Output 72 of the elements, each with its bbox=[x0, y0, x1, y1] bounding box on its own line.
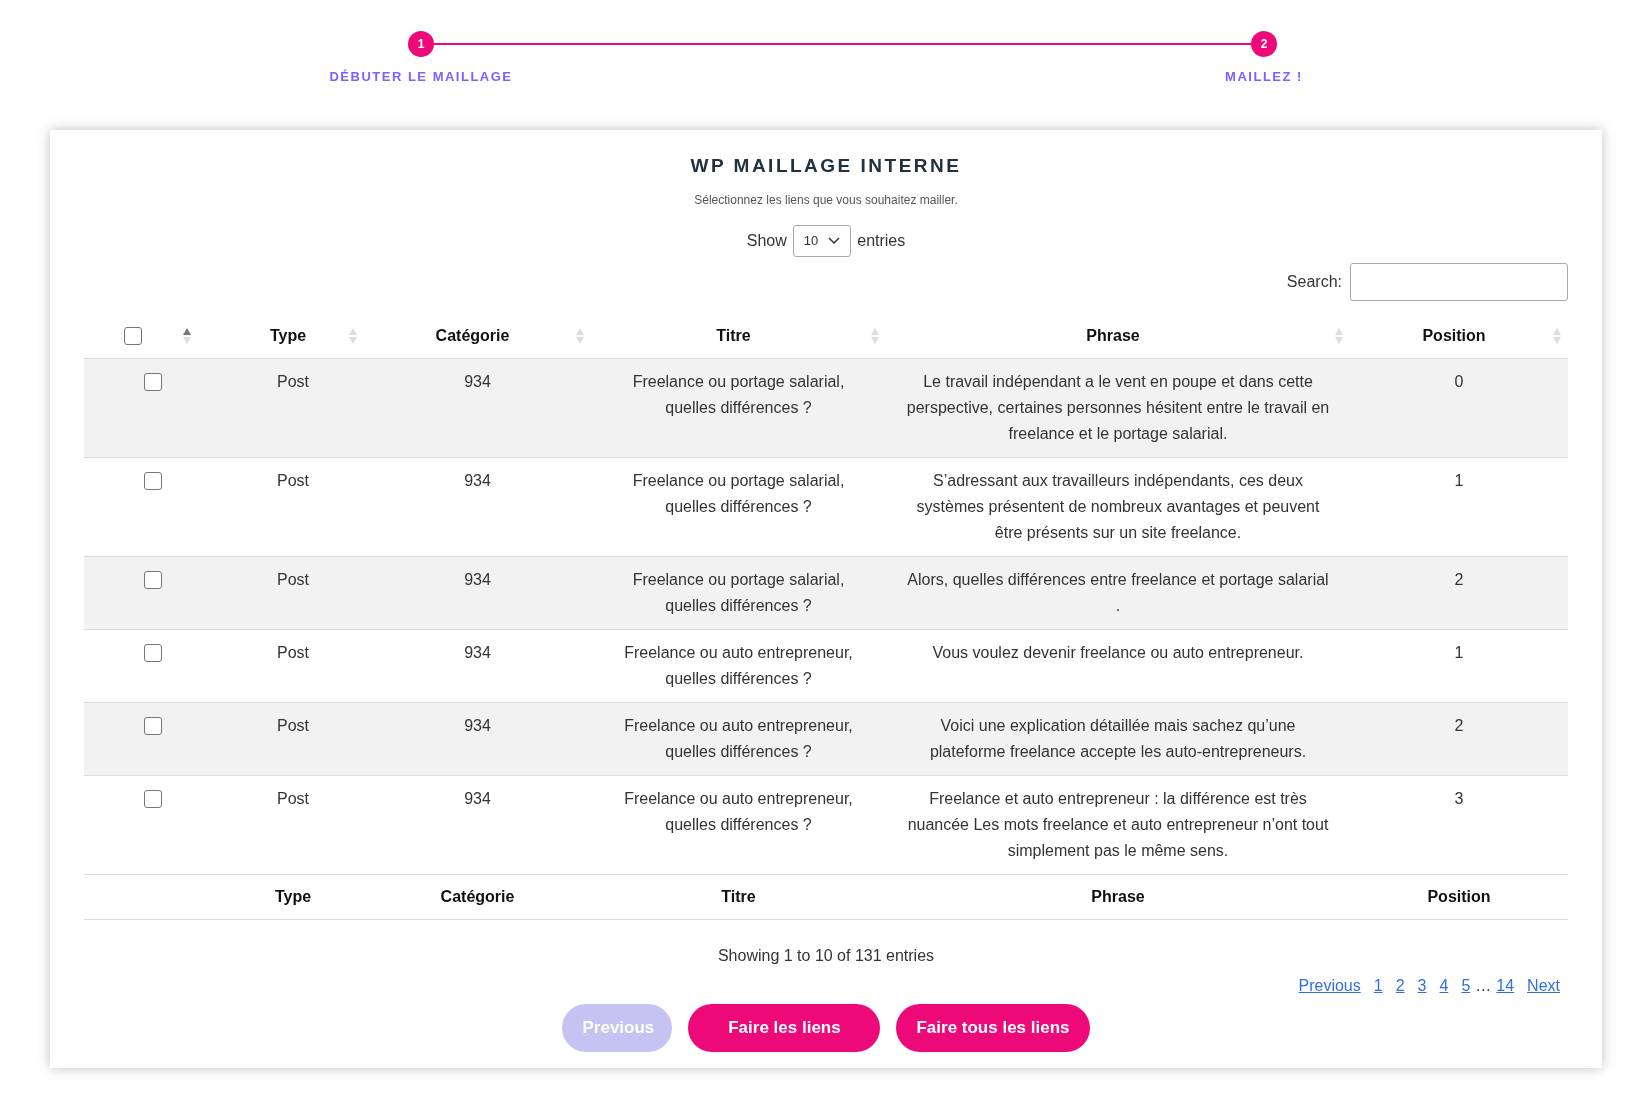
table-cell: 0 bbox=[1454, 373, 1464, 390]
column-header[interactable]: Titre bbox=[716, 327, 751, 345]
table-cell: Le travail indépendant a le vent en poupe et dans cette perspective, certaines personnes hésitent entre le travail en freelance et le portage salarial. bbox=[906, 373, 1330, 442]
pagination-link[interactable]: Next bbox=[1527, 974, 1560, 998]
table-cell: Freelance et auto entrepreneur : la différence est très nuancée Les mots freelance et auto entrepreneur n’ont tout simplement pas le même sens. bbox=[907, 790, 1329, 859]
column-header[interactable]: Type bbox=[269, 327, 307, 345]
table-cell: Post bbox=[277, 373, 309, 390]
table-cell: Freelance ou auto entrepreneur, quelles différences ? bbox=[624, 644, 853, 687]
search-label: Search: bbox=[1286, 271, 1342, 292]
table-cell: Voici une explication détaillée mais sachez qu’une plateforme freelance accepte les auto-entrepreneurs. bbox=[929, 717, 1307, 760]
pagination-link[interactable]: 4 bbox=[1439, 974, 1449, 998]
sort-icon[interactable] bbox=[182, 327, 192, 346]
entries-label: entries bbox=[857, 230, 906, 251]
row-checkbox[interactable] bbox=[144, 472, 162, 490]
pagination-link[interactable]: Previous bbox=[1298, 974, 1361, 998]
table-cell: Freelance ou auto entrepreneur, quelles différences ? bbox=[624, 790, 853, 833]
table-cell: 1 bbox=[1454, 472, 1464, 489]
table-cell: Freelance ou portage salarial, quelles différences ? bbox=[632, 373, 845, 416]
row-checkbox[interactable] bbox=[144, 373, 162, 391]
column-footer: Type bbox=[274, 888, 312, 905]
pagination-link[interactable]: 14 bbox=[1496, 974, 1515, 998]
table-cell: Vous voulez devenir freelance ou auto entrepreneur. bbox=[932, 644, 1304, 661]
column-footer: Phrase bbox=[1091, 888, 1145, 905]
table-cell: 2 bbox=[1454, 571, 1464, 588]
table-cell: 934 bbox=[464, 717, 491, 734]
row-checkbox[interactable] bbox=[144, 571, 162, 589]
column-footer: Catégorie bbox=[440, 888, 515, 905]
ellipsis: … bbox=[1475, 976, 1492, 996]
chevron-down-icon bbox=[828, 236, 841, 245]
table-cell: 2 bbox=[1454, 717, 1464, 734]
step-label: MAILLEZ ! bbox=[1225, 68, 1303, 86]
table-cell: 934 bbox=[464, 790, 491, 807]
pagination-link[interactable]: 5 bbox=[1461, 974, 1471, 998]
page-subtitle: Sélectionnez les liens que vous souhaitez mailler. bbox=[693, 191, 959, 209]
column-footer: Titre bbox=[721, 888, 756, 905]
pagination-link[interactable]: 3 bbox=[1417, 974, 1427, 998]
action-button[interactable]: Faire les liens bbox=[688, 1004, 881, 1052]
table-cell: 934 bbox=[464, 571, 491, 588]
entries-info: Showing 1 to 10 of 131 entries bbox=[717, 947, 935, 964]
step-label: DÉBUTER LE MAILLAGE bbox=[329, 68, 513, 86]
row-checkbox[interactable] bbox=[144, 717, 162, 735]
table-cell: 934 bbox=[464, 472, 491, 489]
row-checkbox[interactable] bbox=[144, 790, 162, 808]
select-all-checkbox[interactable] bbox=[124, 327, 142, 346]
table-cell: Freelance ou portage salarial, quelles différences ? bbox=[632, 472, 845, 515]
table-cell: 934 bbox=[464, 644, 491, 661]
pagination-link[interactable]: 2 bbox=[1395, 974, 1405, 998]
step-number: 1 bbox=[408, 31, 434, 57]
table-cell: Post bbox=[277, 571, 309, 588]
table-cell: Alors, quelles différences entre freelance et portage salarial . bbox=[907, 571, 1329, 614]
table-cell: Post bbox=[277, 790, 309, 807]
table-cell: S’adressant aux travailleurs indépendants, ces deux systèmes présentent de nombreux avantages et peuvent être présents sur un site freelance. bbox=[916, 472, 1320, 541]
entries-select[interactable]: 10 bbox=[792, 224, 852, 257]
table-cell: Freelance ou auto entrepreneur, quelles différences ? bbox=[624, 717, 853, 760]
table-cell: Post bbox=[277, 644, 309, 661]
column-header[interactable]: Position bbox=[1422, 327, 1486, 345]
search-field[interactable] bbox=[1350, 262, 1568, 301]
show-label: Show bbox=[746, 230, 787, 251]
action-button[interactable]: Faire tous les liens bbox=[896, 1004, 1090, 1052]
table-cell: 934 bbox=[464, 373, 491, 390]
pagination-link[interactable]: 1 bbox=[1373, 974, 1383, 998]
column-footer: Position bbox=[1427, 888, 1491, 905]
column-header[interactable]: Phrase bbox=[1086, 327, 1140, 345]
row-checkbox[interactable] bbox=[144, 644, 162, 662]
table-cell: 1 bbox=[1454, 644, 1464, 661]
table-cell: 3 bbox=[1454, 790, 1464, 807]
table-cell: Post bbox=[277, 472, 309, 489]
column-header[interactable]: Catégorie bbox=[435, 327, 510, 345]
step-number: 2 bbox=[1251, 31, 1277, 57]
table-cell: Freelance ou portage salarial, quelles différences ? bbox=[632, 571, 845, 614]
page-title: WP MAILLAGE INTERNE bbox=[689, 154, 963, 178]
table-cell: Post bbox=[277, 717, 309, 734]
